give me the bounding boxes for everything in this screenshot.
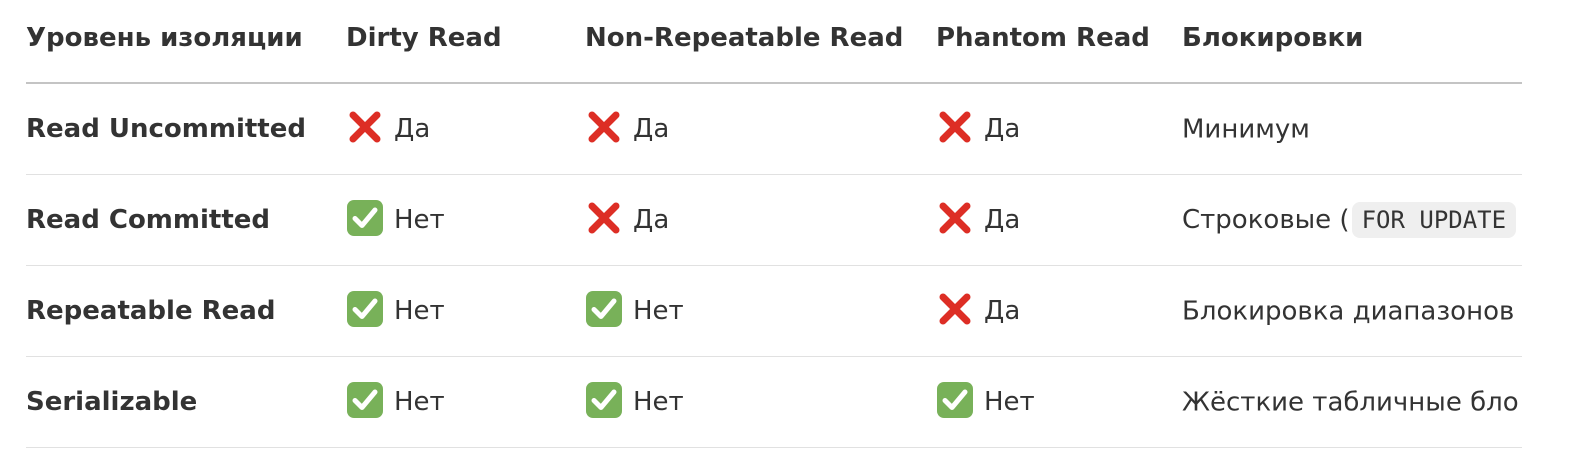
cross-mark-icon — [585, 108, 623, 146]
isolation-level-cell: Serializable — [26, 356, 346, 448]
non-repeatable-read-value: Да — [633, 114, 670, 144]
isolation-levels-table-wrap: Уровень изоляции Dirty Read Non-Repeatab… — [26, 0, 1522, 456]
locks-text: Строковые ( — [1182, 205, 1350, 235]
header-dirty-read: Dirty Read — [346, 0, 585, 84]
header-isolation-level: Уровень изоляции — [26, 0, 346, 84]
locks-cell: Жёсткие табличные бло — [1182, 356, 1522, 448]
dirty-read-cell: Нет — [346, 265, 585, 357]
dirty-read-cell: Нет — [346, 174, 585, 266]
isolation-level-cell: Read Uncommitted — [26, 83, 346, 175]
locks-cell: Строковые (FOR UPDATE — [1182, 174, 1522, 266]
non-repeatable-read-value: Да — [633, 205, 670, 235]
locks-code: FOR UPDATE — [1351, 202, 1517, 238]
table-row: Read Uncommitted Да Да Да Минимум — [26, 83, 1522, 175]
phantom-read-cell: Да — [936, 83, 1182, 175]
non-repeatable-read-value: Нет — [633, 296, 684, 326]
phantom-read-value: Нет — [984, 387, 1035, 417]
locks-text: Минимум — [1182, 114, 1310, 145]
dirty-read-value: Нет — [394, 205, 445, 235]
locks-cell: Минимум — [1182, 83, 1522, 175]
isolation-levels-table: Уровень изоляции Dirty Read Non-Repeatab… — [26, 0, 1522, 448]
isolation-level-cell: Repeatable Read — [26, 265, 346, 357]
check-mark-icon — [936, 381, 974, 419]
dirty-read-value: Да — [394, 114, 431, 144]
cross-mark-icon — [936, 290, 974, 328]
dirty-read-cell: Да — [346, 83, 585, 175]
dirty-read-cell: Нет — [346, 356, 585, 448]
locks-cell: Блокировка диапазонов — [1182, 265, 1522, 357]
locks-text: Жёсткие табличные бло — [1182, 387, 1519, 418]
phantom-read-value: Да — [984, 205, 1021, 235]
check-mark-icon — [585, 290, 623, 328]
isolation-level-cell: Read Committed — [26, 174, 346, 266]
table-row: Serializable Нет Нет Нет Жёсткие табличные б… — [26, 356, 1522, 448]
non-repeatable-read-cell: Да — [585, 174, 936, 266]
phantom-read-value: Да — [984, 296, 1021, 326]
header-row: Уровень изоляции Dirty Read Non-Repeatab… — [26, 0, 1522, 84]
non-repeatable-read-cell: Да — [585, 83, 936, 175]
table-body: Read Uncommitted Да Да Да Минимум Read Commit… — [26, 83, 1522, 448]
table-header: Уровень изоляции Dirty Read Non-Repeatab… — [26, 0, 1522, 84]
non-repeatable-read-value: Нет — [633, 387, 684, 417]
cross-mark-icon — [585, 199, 623, 237]
cross-mark-icon — [346, 108, 384, 146]
non-repeatable-read-cell: Нет — [585, 265, 936, 357]
table-row: Read Committed Нет Да Да Строковые (FOR UPDA… — [26, 174, 1522, 266]
header-non-repeatable-read: Non-Repeatable Read — [585, 0, 936, 84]
phantom-read-cell: Да — [936, 174, 1182, 266]
header-locks: Блокировки — [1182, 0, 1522, 84]
table-row: Repeatable Read Нет Нет Да Блокировка диапаз… — [26, 265, 1522, 357]
dirty-read-value: Нет — [394, 387, 445, 417]
check-mark-icon — [585, 381, 623, 419]
phantom-read-value: Да — [984, 114, 1021, 144]
phantom-read-cell: Нет — [936, 356, 1182, 448]
non-repeatable-read-cell: Нет — [585, 356, 936, 448]
locks-text: Блокировка диапазонов — [1182, 296, 1515, 327]
header-phantom-read: Phantom Read — [936, 0, 1182, 84]
cross-mark-icon — [936, 108, 974, 146]
dirty-read-value: Нет — [394, 296, 445, 326]
check-mark-icon — [346, 199, 384, 237]
check-mark-icon — [346, 290, 384, 328]
check-mark-icon — [346, 381, 384, 419]
phantom-read-cell: Да — [936, 265, 1182, 357]
cross-mark-icon — [936, 199, 974, 237]
